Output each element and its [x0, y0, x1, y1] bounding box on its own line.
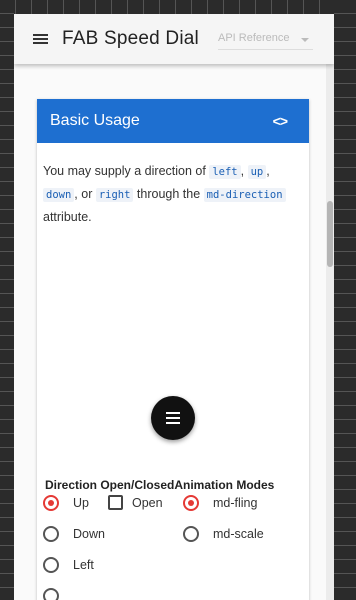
radio-unchecked-icon [43, 588, 59, 600]
desc-text-2: through the [133, 187, 204, 201]
card-header: Basic Usage <> [37, 99, 309, 143]
desc-sep-3: , or [74, 187, 96, 201]
radio-checked-icon [183, 495, 199, 511]
radio-animation-fling[interactable]: md-fling [183, 495, 257, 511]
radio-label-up: Up [73, 496, 89, 510]
desc-sep-1: , [240, 164, 248, 178]
scrollbar-thumb[interactable] [327, 201, 333, 267]
description-text: You may supply a direction of left, up , … [37, 143, 309, 228]
radio-label-down: Down [73, 527, 105, 541]
code-right: right [95, 188, 134, 202]
checkbox-unchecked-icon [108, 495, 123, 510]
api-reference-label: API Reference [218, 32, 290, 44]
app-viewport: FAB Speed Dial API Reference Basic Usage… [14, 14, 334, 600]
hamburger-menu-icon[interactable] [33, 32, 49, 46]
vertical-scrollbar[interactable] [326, 64, 334, 600]
ruler-right [334, 0, 356, 600]
radio-animation-scale[interactable]: md-scale [183, 526, 264, 542]
menu-icon [166, 412, 180, 414]
desc-text-3: attribute. [43, 210, 92, 224]
radio-label-md-fling: md-fling [213, 496, 258, 510]
code-left: left [209, 165, 241, 179]
radio-direction-left[interactable]: Left [43, 557, 94, 573]
checkbox-open[interactable]: Open [108, 495, 163, 510]
top-toolbar: FAB Speed Dial API Reference [14, 14, 334, 64]
api-reference-select[interactable]: API Reference [218, 32, 313, 50]
basic-usage-card: Basic Usage <> You may supply a directio… [37, 99, 309, 600]
checkbox-label-open: Open [132, 495, 163, 510]
code-toggle-icon[interactable]: <> [273, 113, 288, 129]
radio-label-md-scale: md-scale [213, 527, 264, 541]
radio-label-left: Left [73, 558, 94, 572]
radio-direction-down[interactable]: Down [43, 526, 105, 542]
options-header: Direction Open/ClosedAnimation Modes [45, 478, 275, 492]
ruler-top [0, 0, 356, 14]
chevron-down-icon [301, 38, 309, 42]
page-title: FAB Speed Dial [62, 28, 199, 49]
radio-direction-partial[interactable] [43, 588, 73, 600]
code-md-direction: md-direction [203, 188, 286, 202]
radio-direction-up[interactable]: Up [43, 495, 89, 511]
ruler-left [0, 0, 14, 600]
code-down: down [43, 188, 75, 202]
desc-text-1: You may supply a direction of [43, 164, 210, 178]
desc-sep-2: , [266, 164, 270, 178]
card-title: Basic Usage [50, 112, 140, 129]
code-up: up [247, 165, 267, 179]
radio-unchecked-icon [183, 526, 199, 542]
radio-checked-icon [43, 495, 59, 511]
fab-trigger-button[interactable] [151, 396, 195, 440]
radio-unchecked-icon [43, 526, 59, 542]
radio-unchecked-icon [43, 557, 59, 573]
